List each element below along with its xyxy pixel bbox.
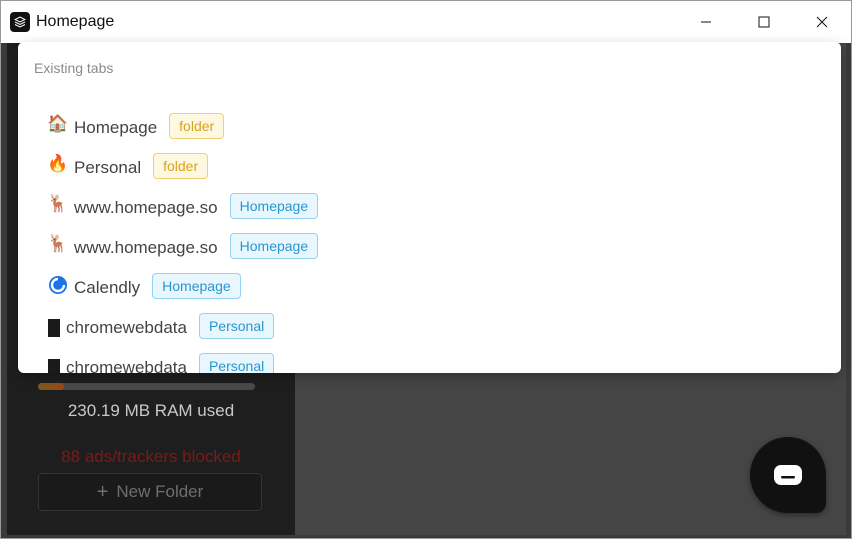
new-folder-label: New Folder bbox=[116, 482, 204, 501]
tab-row[interactable]: 🦌 www.homepage.so Homepage bbox=[47, 226, 319, 266]
tab-title: Homepage bbox=[74, 118, 158, 137]
black-block-icon bbox=[48, 359, 60, 373]
house-icon: 🏠 bbox=[47, 114, 69, 133]
tab-row[interactable]: 🦌 www.homepage.so Homepage bbox=[47, 186, 319, 226]
tab-title: chromewebdata bbox=[66, 358, 187, 373]
minimize-icon bbox=[701, 21, 711, 23]
close-icon bbox=[816, 16, 828, 28]
tab-title: Personal bbox=[74, 158, 142, 177]
black-block-icon bbox=[48, 319, 60, 337]
space-badge: Homepage bbox=[152, 273, 241, 299]
chat-icon bbox=[774, 465, 802, 485]
popup-header: Existing tabs bbox=[34, 60, 114, 76]
ads-blocked-text: 88 ads/trackers blocked bbox=[61, 447, 241, 466]
app-logo-icon bbox=[10, 12, 30, 32]
tab-row[interactable]: Calendly Homepage bbox=[48, 266, 318, 306]
ram-usage-text: 230.19 MB RAM used bbox=[67, 401, 235, 420]
space-badge: Homepage bbox=[229, 233, 319, 259]
calendly-icon bbox=[48, 275, 68, 297]
deer-icon: 🦌 bbox=[47, 194, 69, 213]
new-folder-button[interactable]: + New Folder bbox=[38, 473, 262, 511]
fire-icon: 🔥 bbox=[47, 154, 69, 173]
minimize-button[interactable] bbox=[677, 1, 735, 43]
space-badge: Homepage bbox=[229, 193, 319, 219]
app-window: Homepage 230.19 MB RAM used 88 ads/track… bbox=[0, 0, 852, 539]
ram-usage-bar bbox=[38, 383, 255, 390]
plus-icon: + bbox=[96, 480, 109, 503]
tab-title: Calendly bbox=[74, 278, 141, 297]
ram-usage-fill bbox=[38, 383, 65, 390]
existing-tabs-popup: Existing tabs 🏠 Homepage folder 🔥 Personal fo… bbox=[18, 42, 841, 373]
close-button[interactable] bbox=[793, 1, 851, 43]
tab-row[interactable]: 🔥 Personal folder bbox=[47, 146, 318, 186]
window-title: Homepage bbox=[36, 13, 115, 30]
tab-title: chromewebdata bbox=[66, 318, 187, 337]
tab-title: www.homepage.so bbox=[74, 238, 218, 257]
maximize-icon bbox=[758, 16, 770, 28]
folder-badge: folder bbox=[153, 153, 209, 179]
tab-row[interactable]: chromewebdata Personal bbox=[48, 306, 318, 346]
tab-row[interactable]: chromewebdata Personal bbox=[48, 346, 318, 373]
tab-list: 🏠 Homepage folder 🔥 Personal folder 🦌 www.homep… bbox=[47, 106, 319, 373]
space-badge: Personal bbox=[198, 353, 275, 373]
title-bar: Homepage bbox=[1, 1, 851, 43]
tab-title: www.homepage.so bbox=[74, 198, 218, 217]
folder-badge: folder bbox=[169, 113, 225, 139]
maximize-button[interactable] bbox=[735, 1, 793, 43]
tab-row[interactable]: 🏠 Homepage folder bbox=[47, 106, 318, 146]
chat-button[interactable] bbox=[750, 437, 826, 513]
space-badge: Personal bbox=[198, 313, 275, 339]
deer-icon: 🦌 bbox=[47, 234, 69, 253]
